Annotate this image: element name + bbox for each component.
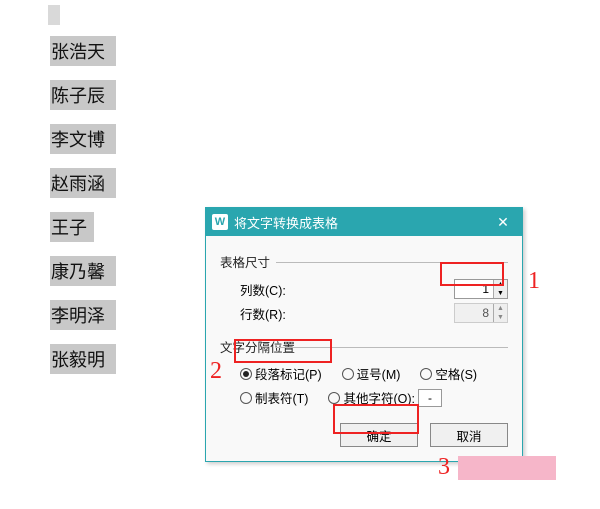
rows-input: [455, 304, 493, 322]
list-item[interactable]: 康乃馨: [50, 256, 116, 286]
spin-up-icon[interactable]: ▲: [494, 280, 507, 289]
spinner-buttons: ▲ ▼: [493, 304, 507, 322]
radio-label: 逗号(M): [357, 364, 401, 383]
list-item[interactable]: 张浩天: [50, 36, 116, 66]
spin-up-icon: ▲: [494, 304, 507, 313]
list-item[interactable]: 赵雨涵: [50, 168, 116, 198]
rows-label: 行数(R):: [240, 304, 310, 323]
list-item[interactable]: 王子: [50, 212, 94, 242]
list-item[interactable]: 陈子辰: [50, 80, 116, 110]
annotation-label-3: 3: [438, 454, 450, 481]
spinner-buttons: ▲ ▼: [493, 280, 507, 298]
text-cursor: [48, 5, 60, 25]
radio-label: 空格(S): [435, 364, 477, 383]
radio-icon: [328, 392, 340, 404]
spin-down-icon[interactable]: ▼: [494, 289, 507, 298]
columns-label: 列数(C):: [240, 280, 310, 299]
radio-space[interactable]: 空格(S): [420, 364, 477, 383]
group-separator: 文字分隔位置: [220, 337, 508, 356]
columns-spinner[interactable]: ▲ ▼: [454, 279, 508, 299]
annotation-label-2: 2: [210, 358, 222, 385]
radio-other[interactable]: 其他字符(O):: [328, 388, 442, 407]
list-item[interactable]: 张毅明: [50, 344, 116, 374]
rows-spinner: ▲ ▼: [454, 303, 508, 323]
dialog-body: 表格尺寸 列数(C): ▲ ▼ 行数(R): ▲ ▼ 文字分隔位置: [206, 236, 522, 461]
radio-paragraph[interactable]: 段落标记(P): [240, 364, 322, 383]
cancel-button[interactable]: 取消: [430, 423, 508, 447]
wps-icon: W: [212, 214, 228, 230]
convert-text-to-table-dialog: W 将文字转换成表格 ✕ 表格尺寸 列数(C): ▲ ▼ 行数(R): ▲ ▼: [205, 207, 523, 462]
group-separator-label: 文字分隔位置: [220, 341, 295, 355]
rows-field: 行数(R): ▲ ▼: [240, 303, 508, 323]
pink-decoration: [458, 456, 556, 480]
radio-icon: [240, 368, 252, 380]
radio-label: 其他字符(O):: [343, 388, 415, 407]
spin-down-icon: ▼: [494, 313, 507, 322]
radio-label: 制表符(T): [255, 388, 308, 407]
annotation-label-1: 1: [528, 268, 540, 295]
name-list: 张浩天 陈子辰 李文博 赵雨涵 王子 康乃馨 李明泽 张毅明: [50, 36, 116, 388]
radio-label: 段落标记(P): [255, 364, 322, 383]
separator-radio-group: 段落标记(P) 逗号(M) 空格(S) 制表符(T) 其他字: [240, 364, 508, 407]
dialog-title: 将文字转换成表格: [234, 213, 488, 232]
group-table-size: 表格尺寸: [220, 252, 508, 271]
list-item[interactable]: 李明泽: [50, 300, 116, 330]
dialog-titlebar[interactable]: W 将文字转换成表格 ✕: [206, 208, 522, 236]
radio-icon: [342, 368, 354, 380]
radio-icon: [240, 392, 252, 404]
ok-button[interactable]: 确定: [340, 423, 418, 447]
radio-comma[interactable]: 逗号(M): [342, 364, 401, 383]
close-button[interactable]: ✕: [488, 208, 518, 236]
list-item[interactable]: 李文博: [50, 124, 116, 154]
other-char-input[interactable]: [418, 389, 442, 407]
columns-field: 列数(C): ▲ ▼: [240, 279, 508, 299]
columns-input[interactable]: [455, 280, 493, 298]
radio-icon: [420, 368, 432, 380]
radio-tab[interactable]: 制表符(T): [240, 388, 308, 407]
